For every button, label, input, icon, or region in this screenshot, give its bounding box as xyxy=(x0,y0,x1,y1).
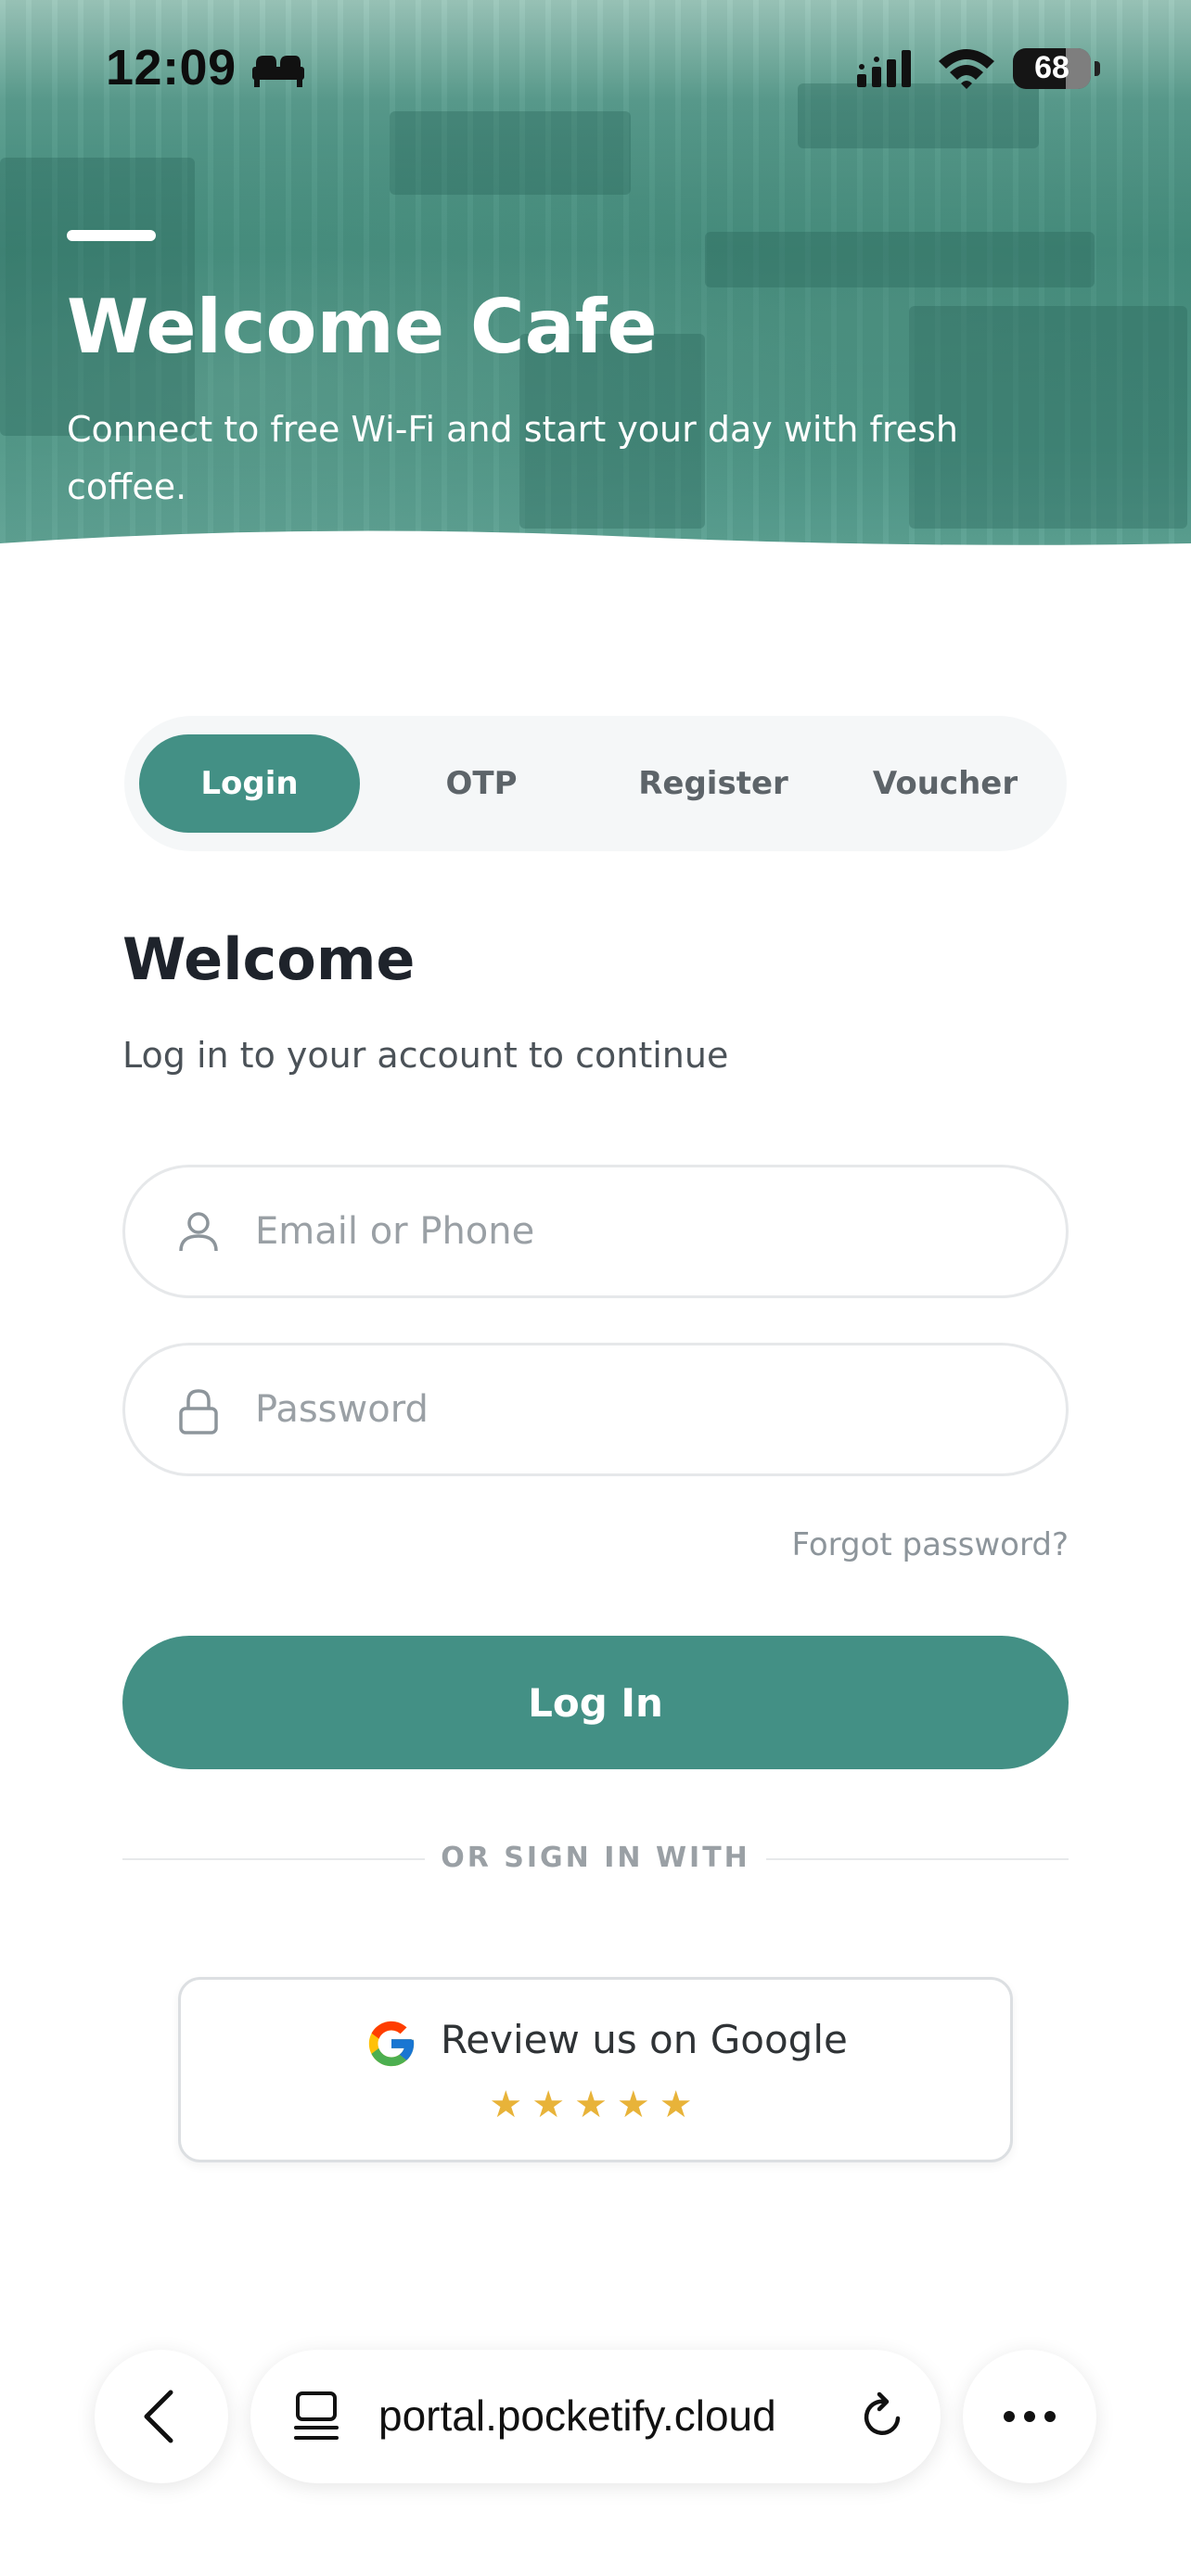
divider-line-right xyxy=(766,1858,1069,1860)
form-title: Welcome xyxy=(122,925,416,993)
hero-background-shape xyxy=(705,232,1095,287)
wifi-icon xyxy=(939,49,994,89)
browser-back-button[interactable] xyxy=(95,2350,228,2483)
hero-title: Welcome Cafe xyxy=(67,284,658,370)
password-input[interactable] xyxy=(253,1345,1032,1473)
tab-register[interactable]: Register xyxy=(603,734,824,833)
tabs-icon xyxy=(294,2391,339,2440)
email-input[interactable] xyxy=(253,1167,1032,1295)
tab-otp[interactable]: OTP xyxy=(371,734,592,833)
google-review-button[interactable]: Review us on Google ★★★★★ xyxy=(178,1977,1013,2162)
hero-subtitle: Connect to free Wi-Fi and start your day… xyxy=(67,409,958,507)
hero-background-shape xyxy=(390,111,631,195)
bed-icon xyxy=(252,56,304,87)
hero-background-shape xyxy=(798,83,1039,148)
address-bar[interactable]: portal.pocketify.cloud xyxy=(250,2350,941,2483)
forgot-password-link[interactable]: Forgot password? xyxy=(791,1526,1069,1563)
google-icon xyxy=(368,2021,415,2067)
hero-wave-divider xyxy=(0,530,1191,556)
google-review-label: Review us on Google xyxy=(441,2017,848,2062)
more-icon xyxy=(1004,2411,1056,2422)
rating-stars: ★★★★★ xyxy=(489,2084,702,2126)
battery-icon: 68 xyxy=(1013,48,1091,89)
hero-header: 12:09 68 Welcome Cafe Connect to free Wi… xyxy=(0,0,1191,556)
url-text: portal.pocketify.cloud xyxy=(378,2391,776,2440)
login-button[interactable]: Log In xyxy=(122,1636,1069,1769)
battery-cap xyxy=(1095,61,1100,76)
browser-more-button[interactable] xyxy=(963,2350,1096,2483)
password-field[interactable] xyxy=(122,1343,1069,1476)
battery-percentage: 68 xyxy=(1034,50,1069,85)
tab-voucher[interactable]: Voucher xyxy=(835,734,1056,833)
tab-login[interactable]: Login xyxy=(139,734,360,833)
hero-accent-bar xyxy=(67,230,156,241)
auth-tabs: Login OTP Register Voucher xyxy=(124,716,1067,851)
status-time: 12:09 xyxy=(106,40,237,96)
signal-icon xyxy=(857,50,911,87)
back-icon xyxy=(144,2390,173,2443)
user-icon xyxy=(179,1212,218,1252)
reload-icon[interactable] xyxy=(857,2391,909,2442)
email-field[interactable] xyxy=(122,1165,1069,1298)
form-subtitle: Log in to your account to continue xyxy=(122,1035,729,1076)
lock-icon xyxy=(179,1389,218,1435)
